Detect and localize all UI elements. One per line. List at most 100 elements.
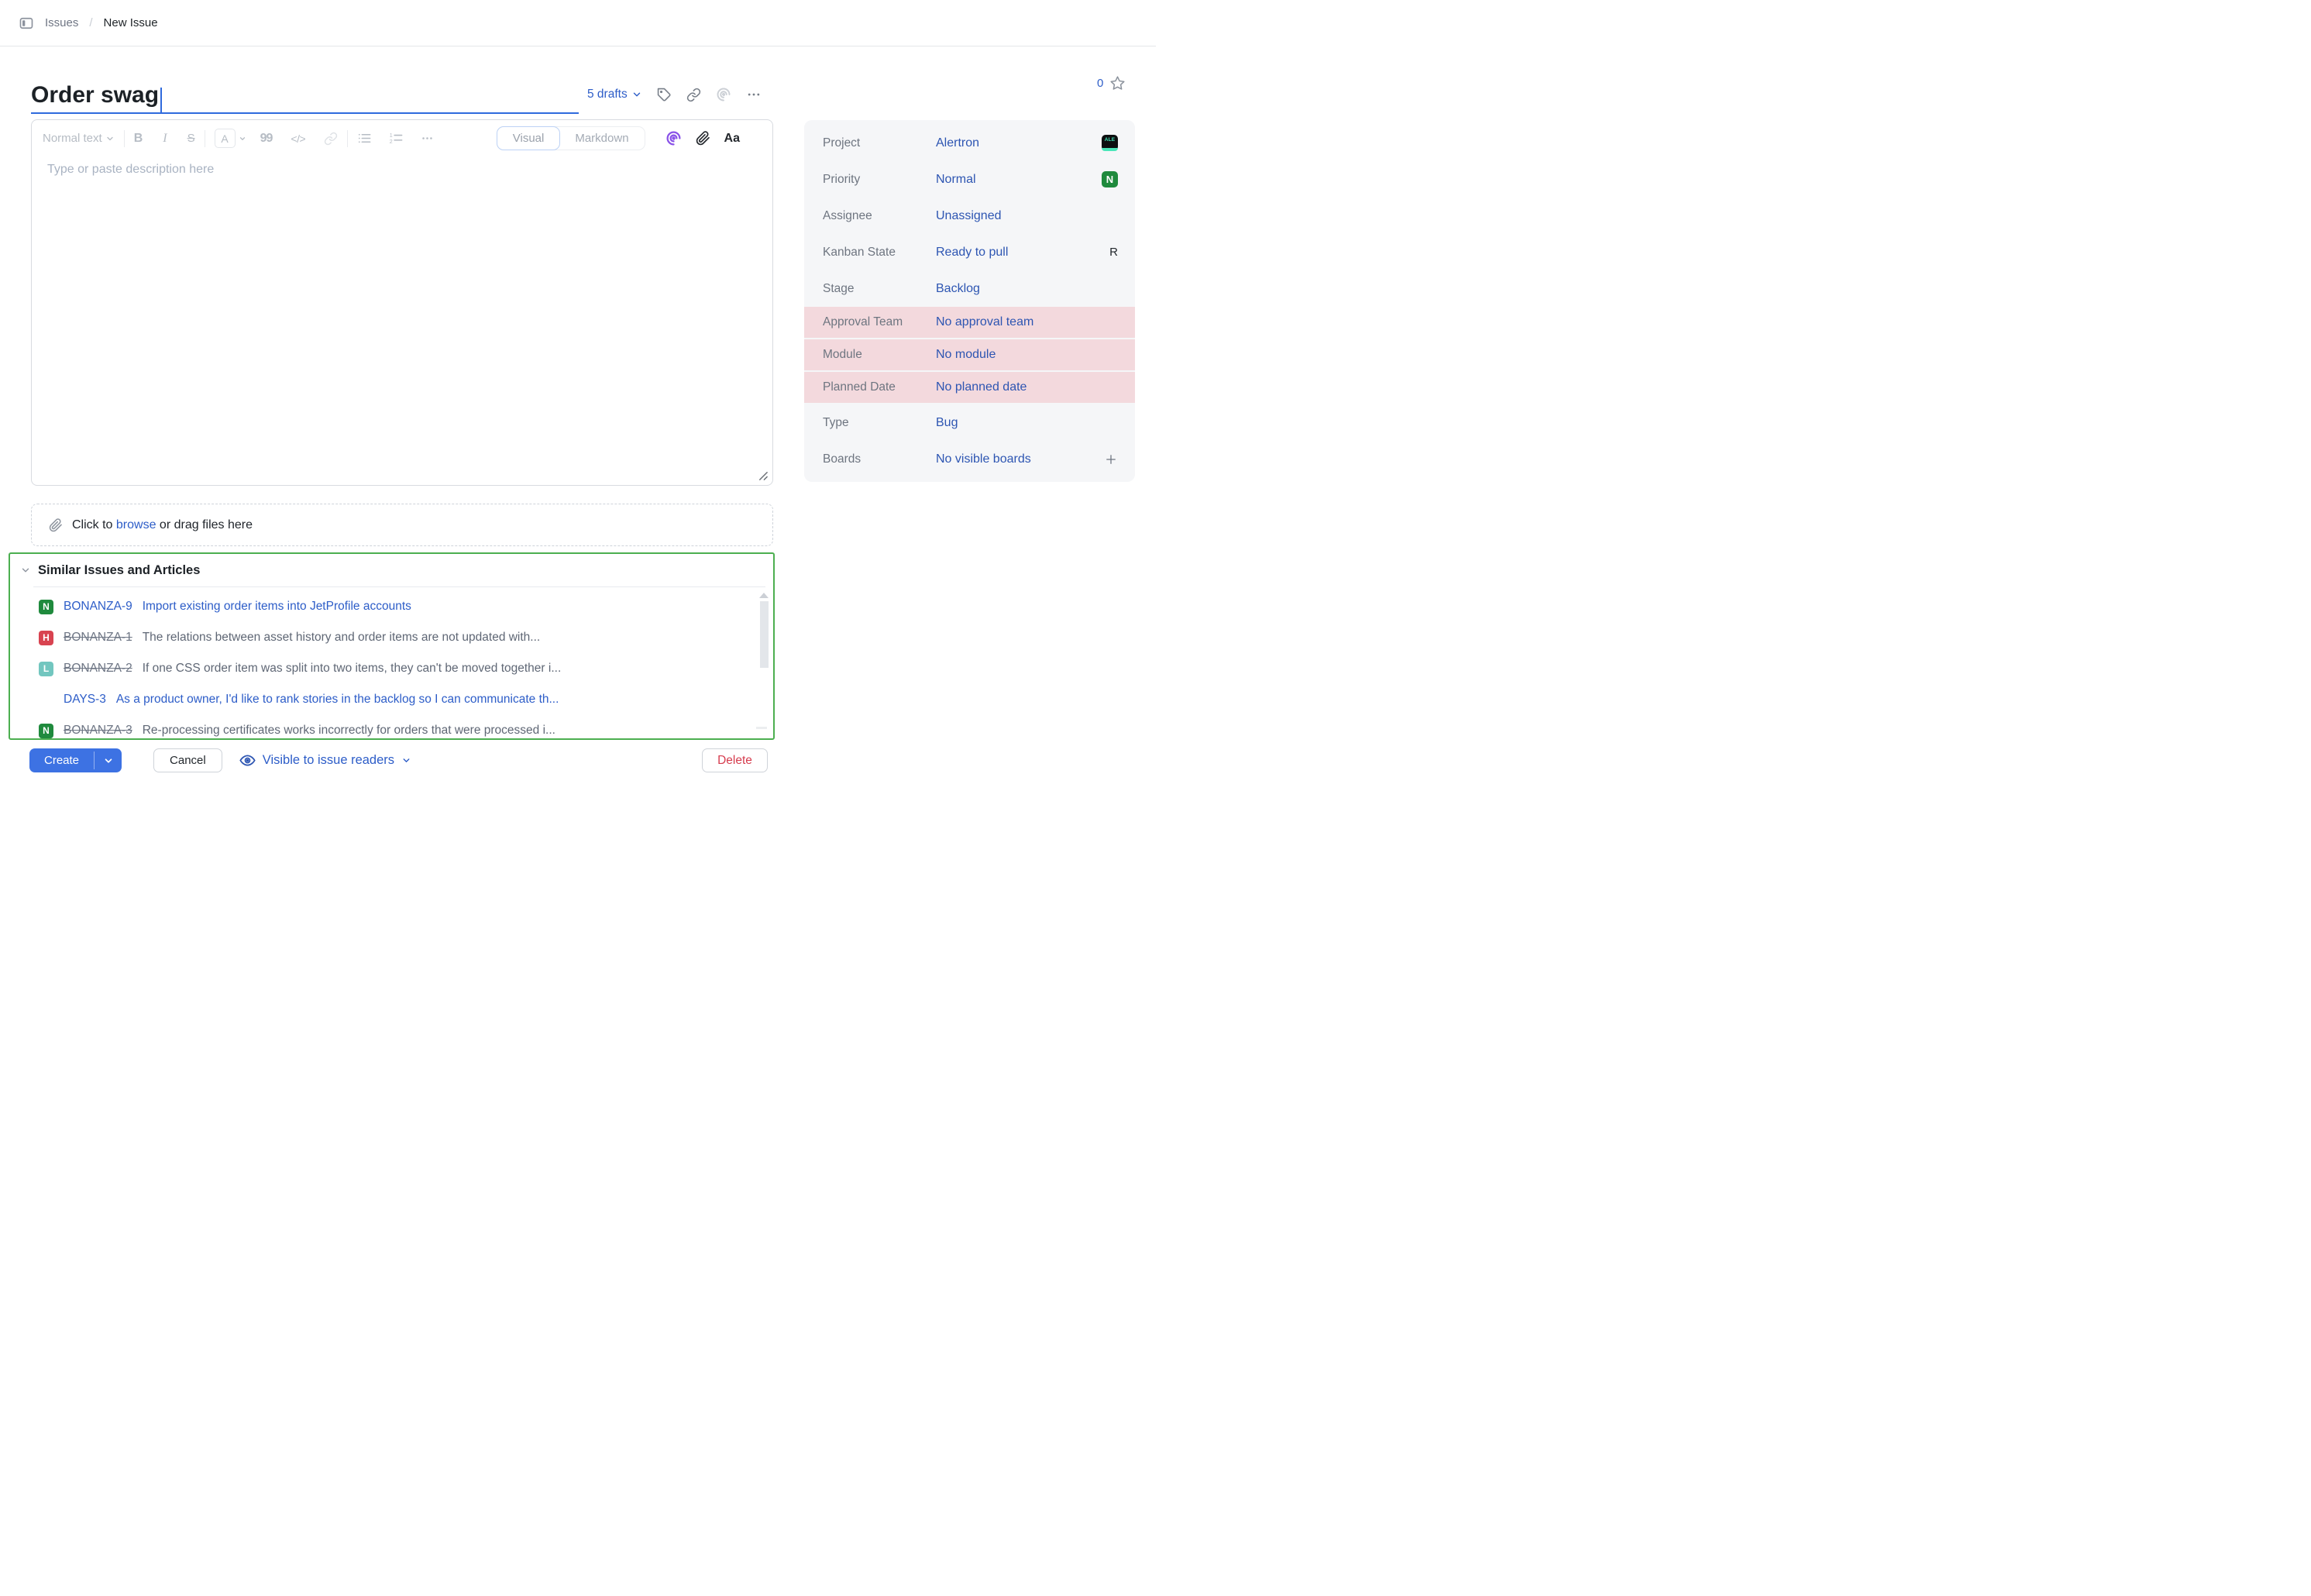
quote-button[interactable]: 99 xyxy=(260,132,273,146)
paragraph-style-label: Normal text xyxy=(43,132,102,145)
description-placeholder: Type or paste description here xyxy=(47,163,214,177)
description-editor[interactable]: Normal text B I S A 99 </> xyxy=(31,119,773,486)
similar-issue-row[interactable]: L BONANZA-2 If one CSS order item was sp… xyxy=(10,653,773,684)
more-formatting-icon[interactable] xyxy=(421,132,434,145)
field-row-stage[interactable]: Stage Backlog xyxy=(804,270,1135,307)
visibility-dropdown[interactable]: Visible to issue readers xyxy=(239,752,411,769)
field-row-boards[interactable]: Boards No visible boards xyxy=(804,441,1135,477)
field-row-module[interactable]: Module No module xyxy=(804,339,1135,370)
field-row-planned-date[interactable]: Planned Date No planned date xyxy=(804,372,1135,403)
field-row-type[interactable]: Type Bug xyxy=(804,404,1135,441)
field-row-assignee[interactable]: Assignee Unassigned xyxy=(804,198,1135,234)
browse-link[interactable]: browse xyxy=(116,518,156,531)
ai-assistant-icon[interactable] xyxy=(665,130,682,146)
field-value[interactable]: Ready to pull xyxy=(936,246,1109,260)
toolbar-divider xyxy=(124,130,125,147)
chevron-down-icon xyxy=(401,755,411,765)
field-row-priority[interactable]: Priority Normal N xyxy=(804,161,1135,198)
field-value[interactable]: Unassigned xyxy=(936,209,1135,223)
create-button[interactable]: Create xyxy=(29,748,94,772)
link-icon[interactable] xyxy=(686,88,701,102)
issue-title-text[interactable]: Order swag xyxy=(31,78,159,112)
field-value[interactable]: No module xyxy=(936,348,1135,362)
field-label: Approval Team xyxy=(804,315,936,329)
similar-issue-row[interactable]: DAYS-3 As a product owner, I'd like to r… xyxy=(10,684,773,715)
similar-issue-row[interactable]: H BONANZA-1 The relations between asset … xyxy=(10,622,773,653)
similar-issues-header[interactable]: Similar Issues and Articles xyxy=(10,554,773,586)
numbered-list-icon[interactable]: 1 2 xyxy=(389,131,404,146)
drafts-dropdown[interactable]: 5 drafts xyxy=(587,88,642,101)
create-options-dropdown[interactable] xyxy=(95,748,122,772)
create-split-button: Create xyxy=(29,748,122,772)
italic-button[interactable]: I xyxy=(163,132,167,146)
field-value[interactable]: Alertron xyxy=(936,136,1102,150)
issue-id-link[interactable]: DAYS-3 xyxy=(64,693,106,707)
attach-file-icon[interactable] xyxy=(696,131,710,146)
issue-title-field[interactable]: Order swag xyxy=(31,76,579,114)
issue-summary-link[interactable]: As a product owner, I'd like to rank sto… xyxy=(116,693,559,707)
add-board-icon[interactable] xyxy=(1104,452,1135,466)
similar-issue-row[interactable]: N BONANZA-3 Re-processing certificates w… xyxy=(10,715,773,746)
issue-summary-link[interactable]: Import existing order items into JetProf… xyxy=(143,600,411,614)
insert-link-icon[interactable] xyxy=(324,132,338,146)
similar-issues-panel: Similar Issues and Articles N BONANZA-9 … xyxy=(9,552,775,740)
paragraph-style-dropdown[interactable]: Normal text xyxy=(43,132,115,145)
text-size-button[interactable]: Aa xyxy=(724,132,740,146)
priority-badge: N xyxy=(39,724,53,738)
tab-visual[interactable]: Visual xyxy=(497,126,561,150)
similar-issue-row[interactable]: N BONANZA-9 Import existing order items … xyxy=(10,591,773,622)
bold-button[interactable]: B xyxy=(134,132,143,146)
field-row-kanban-state[interactable]: Kanban State Ready to pull R xyxy=(804,234,1135,270)
ai-spiral-icon[interactable] xyxy=(716,87,731,102)
issue-id-link[interactable]: BONANZA-9 xyxy=(64,600,132,614)
bullet-list-icon[interactable] xyxy=(357,131,372,146)
text-color-dropdown[interactable]: A xyxy=(215,129,246,148)
attachment-dropzone[interactable]: Click to browse or drag files here xyxy=(31,504,773,546)
collapse-chevron-icon[interactable] xyxy=(20,565,31,576)
editor-mode-switch: Visual Markdown xyxy=(497,126,645,150)
chevron-down-icon xyxy=(105,134,115,143)
scroll-up-arrow[interactable] xyxy=(759,593,769,598)
attachment-hint-suffix: or drag files here xyxy=(156,518,253,531)
scrollbar[interactable] xyxy=(759,593,769,668)
field-value[interactable]: No approval team xyxy=(936,315,1135,329)
priority-badge: L xyxy=(39,662,53,676)
issue-summary-link[interactable]: If one CSS order item was split into two… xyxy=(143,662,562,676)
vote-star-group: 0 xyxy=(1097,75,1126,91)
sidebar-toggle-icon[interactable] xyxy=(19,15,34,31)
field-label: Boards xyxy=(804,452,936,466)
scrollbar-thumb[interactable] xyxy=(760,601,769,668)
field-value[interactable]: Bug xyxy=(936,416,1135,430)
field-label: Assignee xyxy=(804,209,936,223)
resize-handle[interactable] xyxy=(757,470,769,481)
field-value[interactable]: No visible boards xyxy=(936,452,1104,466)
scroll-down-arrow[interactable] xyxy=(756,727,767,729)
issue-id-link[interactable]: BONANZA-1 xyxy=(64,631,132,645)
field-row-approval-team[interactable]: Approval Team No approval team xyxy=(804,307,1135,338)
delete-button[interactable]: Delete xyxy=(702,748,768,772)
tab-markdown[interactable]: Markdown xyxy=(559,127,644,150)
field-value[interactable]: Backlog xyxy=(936,282,1135,296)
attachment-hint: Click to browse or drag files here xyxy=(72,518,253,532)
strikethrough-button[interactable]: S xyxy=(187,132,195,145)
priority-badge-empty xyxy=(39,693,53,707)
tag-icon[interactable] xyxy=(657,88,672,102)
issue-summary-link[interactable]: The relations between asset history and … xyxy=(143,631,541,645)
field-value[interactable]: No planned date xyxy=(936,380,1135,394)
editor-toolbar-right: Aa xyxy=(665,130,740,146)
project-badge-code: ALE xyxy=(1102,137,1118,143)
toolbar-divider xyxy=(347,130,348,147)
issue-summary-link[interactable]: Re-processing certificates works incorre… xyxy=(143,724,555,738)
cancel-button[interactable]: Cancel xyxy=(153,748,222,772)
issue-id-link[interactable]: BONANZA-3 xyxy=(64,724,132,738)
field-value[interactable]: Normal xyxy=(936,173,1102,187)
code-button[interactable]: </> xyxy=(291,132,305,145)
star-icon[interactable] xyxy=(1109,75,1126,91)
field-row-project[interactable]: Project Alertron ALE xyxy=(804,125,1135,161)
visibility-label: Visible to issue readers xyxy=(263,753,394,768)
more-options-icon[interactable] xyxy=(746,87,762,102)
field-label: Module xyxy=(804,348,936,362)
issue-id-link[interactable]: BONANZA-2 xyxy=(64,662,132,676)
breadcrumb-issues-link[interactable]: Issues xyxy=(45,16,78,29)
paperclip-icon xyxy=(49,518,63,532)
